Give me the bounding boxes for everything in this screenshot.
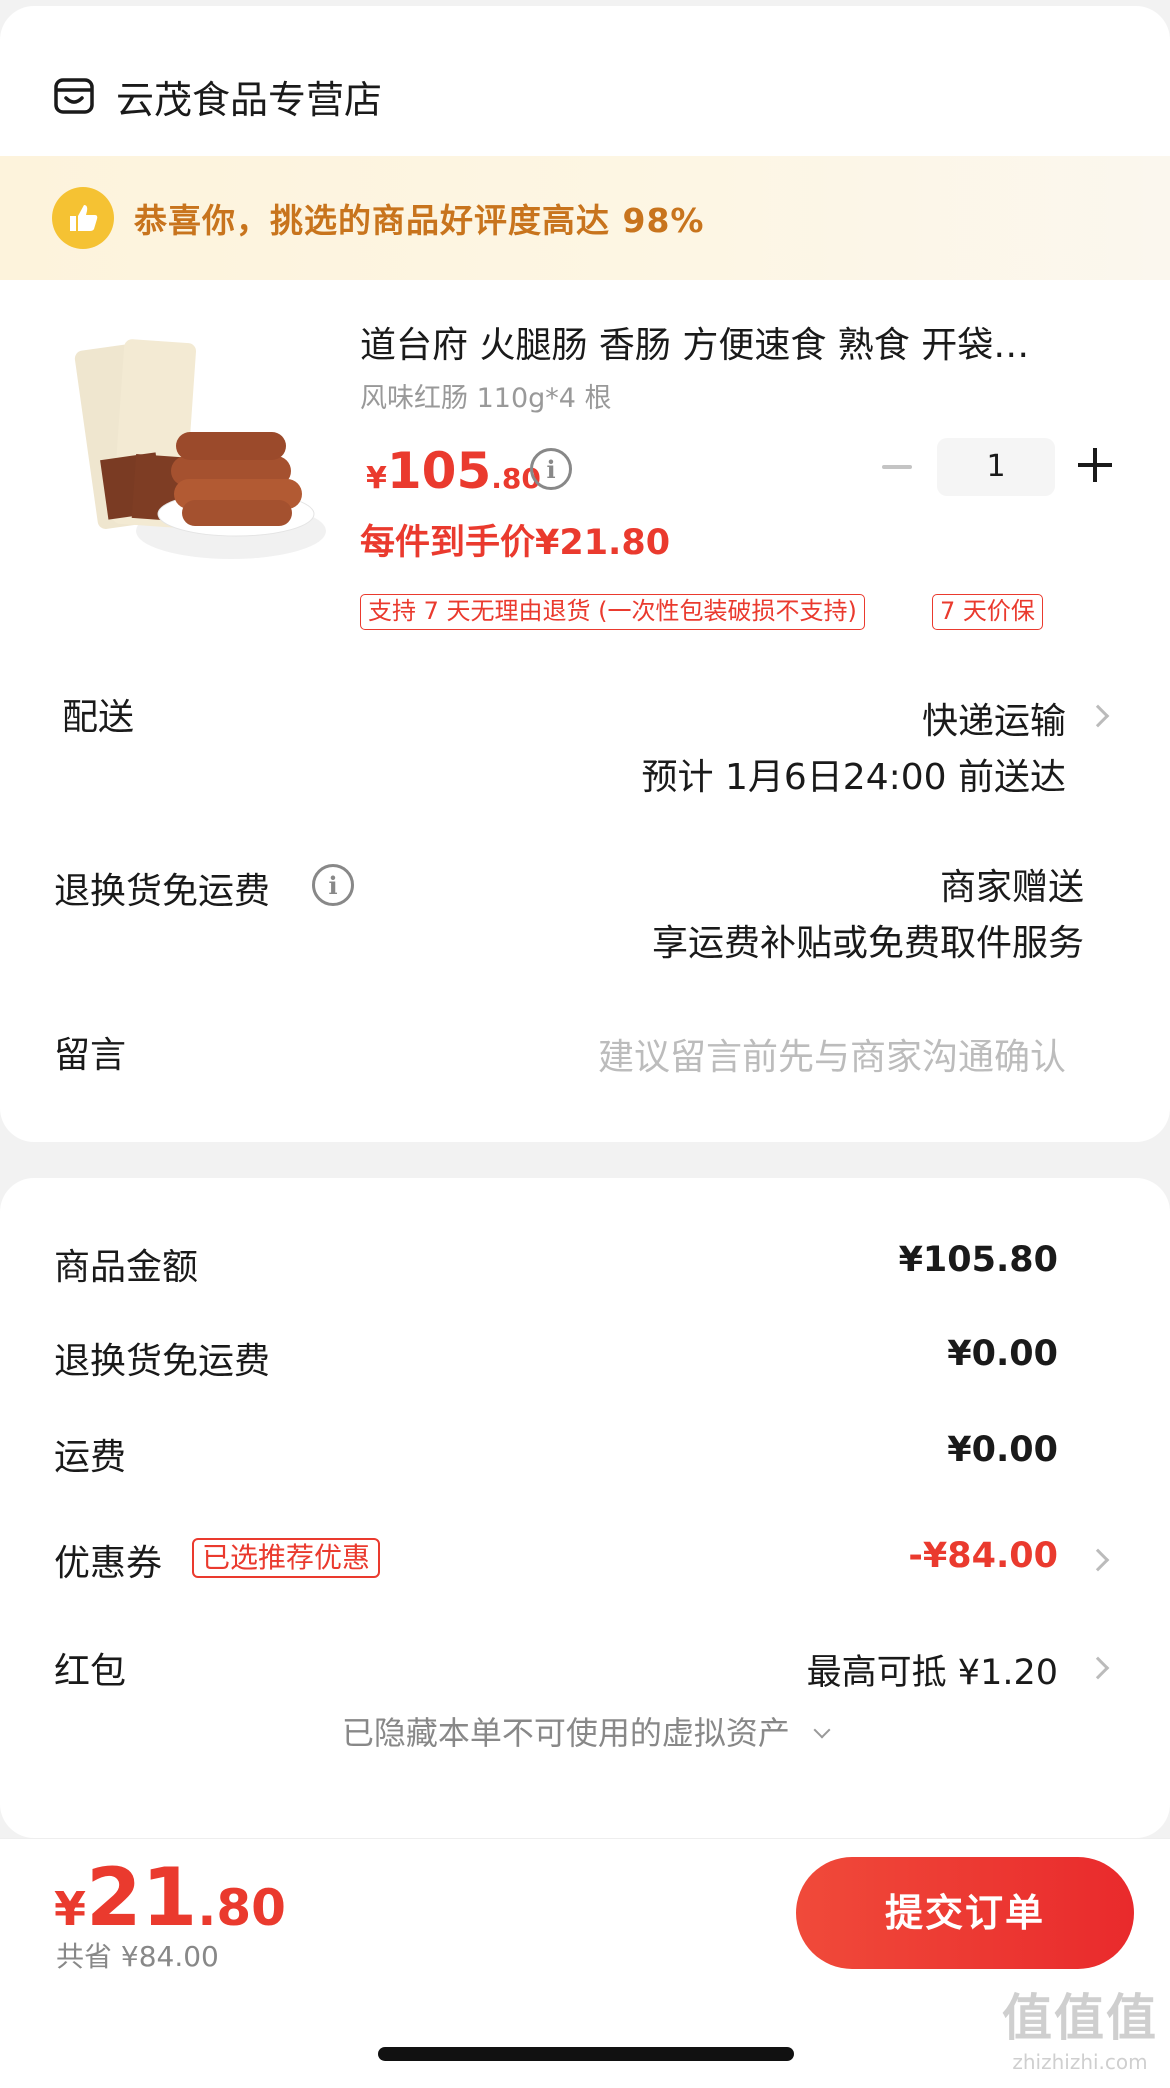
price-summary-card: 商品金额 ¥105.80 退换货免运费 ¥0.00 运费 ¥0.00 优惠券 已… — [0, 1178, 1170, 1838]
saved-amount: 共省 ¥84.00 — [56, 1940, 219, 1973]
freight-value: ¥0.00 — [947, 1430, 1058, 1470]
rating-banner: 恭喜你，挑选的商品好评度高达 98% — [0, 156, 1170, 280]
return-fee-label: 退换货免运费 — [54, 1341, 271, 1382]
hidden-assets-toggle[interactable]: 已隐藏本单不可使用的虚拟资产 — [0, 1708, 1170, 1754]
message-label: 留言 — [54, 1035, 127, 1076]
red-packet-value[interactable]: 最高可抵 ¥1.20 — [807, 1644, 1058, 1695]
return-policy-tag: 支持 7 天无理由退货 (一次性包装破损不支持) — [360, 594, 865, 630]
store-icon — [54, 78, 94, 114]
return-shipping-value: 商家赠送 — [939, 867, 1084, 908]
quantity-decrease-button[interactable] — [880, 442, 914, 492]
product-image[interactable] — [56, 336, 326, 586]
coupon-chevron-icon[interactable] — [1086, 1548, 1110, 1572]
delivery-method[interactable]: 快递运输 — [922, 692, 1066, 744]
delivery-chevron-icon[interactable] — [1086, 704, 1110, 728]
quantity-increase-button[interactable] — [1078, 448, 1112, 482]
minus-icon — [882, 465, 912, 469]
watermark-logo: 值值值 zhizhizhi.com — [1002, 1978, 1158, 2074]
checkout-bar: ¥ 21 .80 共省 ¥84.00 提交订单 值值值 zhizhizhi.co… — [0, 1838, 1170, 2088]
watermark-line2: zhizhizhi.com — [1012, 2050, 1148, 2074]
return-shipping-desc: 享运费补贴或免费取件服务 — [651, 923, 1084, 964]
total-integer: 21 — [86, 1851, 198, 1944]
quantity-input[interactable]: 1 — [937, 438, 1055, 496]
thumbs-up-icon — [52, 187, 114, 249]
product-spec[interactable]: 风味红肠 110g*4 根 — [360, 376, 612, 415]
order-card: 云茂食品专营店 恭喜你，挑选的商品好评度高达 98% 道台府 火腿肠 香肠 方便… — [0, 6, 1170, 1142]
message-input[interactable]: 建议留言前先与商家沟通确认 — [598, 1028, 1066, 1080]
delivery-label: 配送 — [62, 697, 135, 738]
product-price: ¥ 105 .80 — [366, 442, 541, 500]
watermark-line1: 值值值 — [1002, 1989, 1158, 2047]
red-packet-label: 红包 — [54, 1651, 127, 1692]
return-shipping-info-icon[interactable]: i — [312, 864, 354, 906]
price-info-icon[interactable]: i — [530, 448, 572, 490]
goods-amount-value: ¥105.80 — [898, 1240, 1058, 1280]
total-currency: ¥ — [54, 1882, 87, 1936]
coupon-value[interactable]: -¥84.00 — [908, 1536, 1058, 1576]
store-name: 云茂食品专营店 — [116, 77, 383, 122]
goods-amount-label: 商品金额 — [54, 1247, 199, 1288]
submit-order-button[interactable]: 提交订单 — [796, 1857, 1134, 1969]
return-fee-value: ¥0.00 — [947, 1334, 1058, 1374]
hidden-assets-text: 已隐藏本单不可使用的虚拟资产 — [341, 1714, 790, 1752]
return-shipping-label: 退换货免运费 — [54, 871, 271, 912]
freight-label: 运费 — [54, 1437, 127, 1478]
total-price: ¥ 21 .80 — [54, 1851, 286, 1944]
price-currency: ¥ — [366, 461, 387, 496]
unit-price: 每件到手价¥21.80 — [360, 523, 671, 563]
coupon-tag: 已选推荐优惠 — [192, 1538, 381, 1578]
product-title[interactable]: 道台府 火腿肠 香肠 方便速食 熟食 开袋… — [360, 316, 1100, 368]
home-indicator[interactable] — [378, 2047, 794, 2061]
total-decimal: .80 — [197, 1879, 286, 1937]
banner-text: 恭喜你，挑选的商品好评度高达 98% — [134, 201, 705, 240]
red-packet-chevron-icon[interactable] — [1086, 1656, 1110, 1680]
chevron-down-icon — [813, 1721, 831, 1739]
coupon-label: 优惠券 — [54, 1543, 163, 1584]
store-header[interactable]: 云茂食品专营店 — [52, 66, 382, 126]
price-protection-tag: 7 天价保 — [932, 594, 1043, 630]
price-integer: 105 — [386, 442, 492, 500]
delivery-eta: 预计 1月6日24:00 前送达 — [641, 757, 1066, 798]
